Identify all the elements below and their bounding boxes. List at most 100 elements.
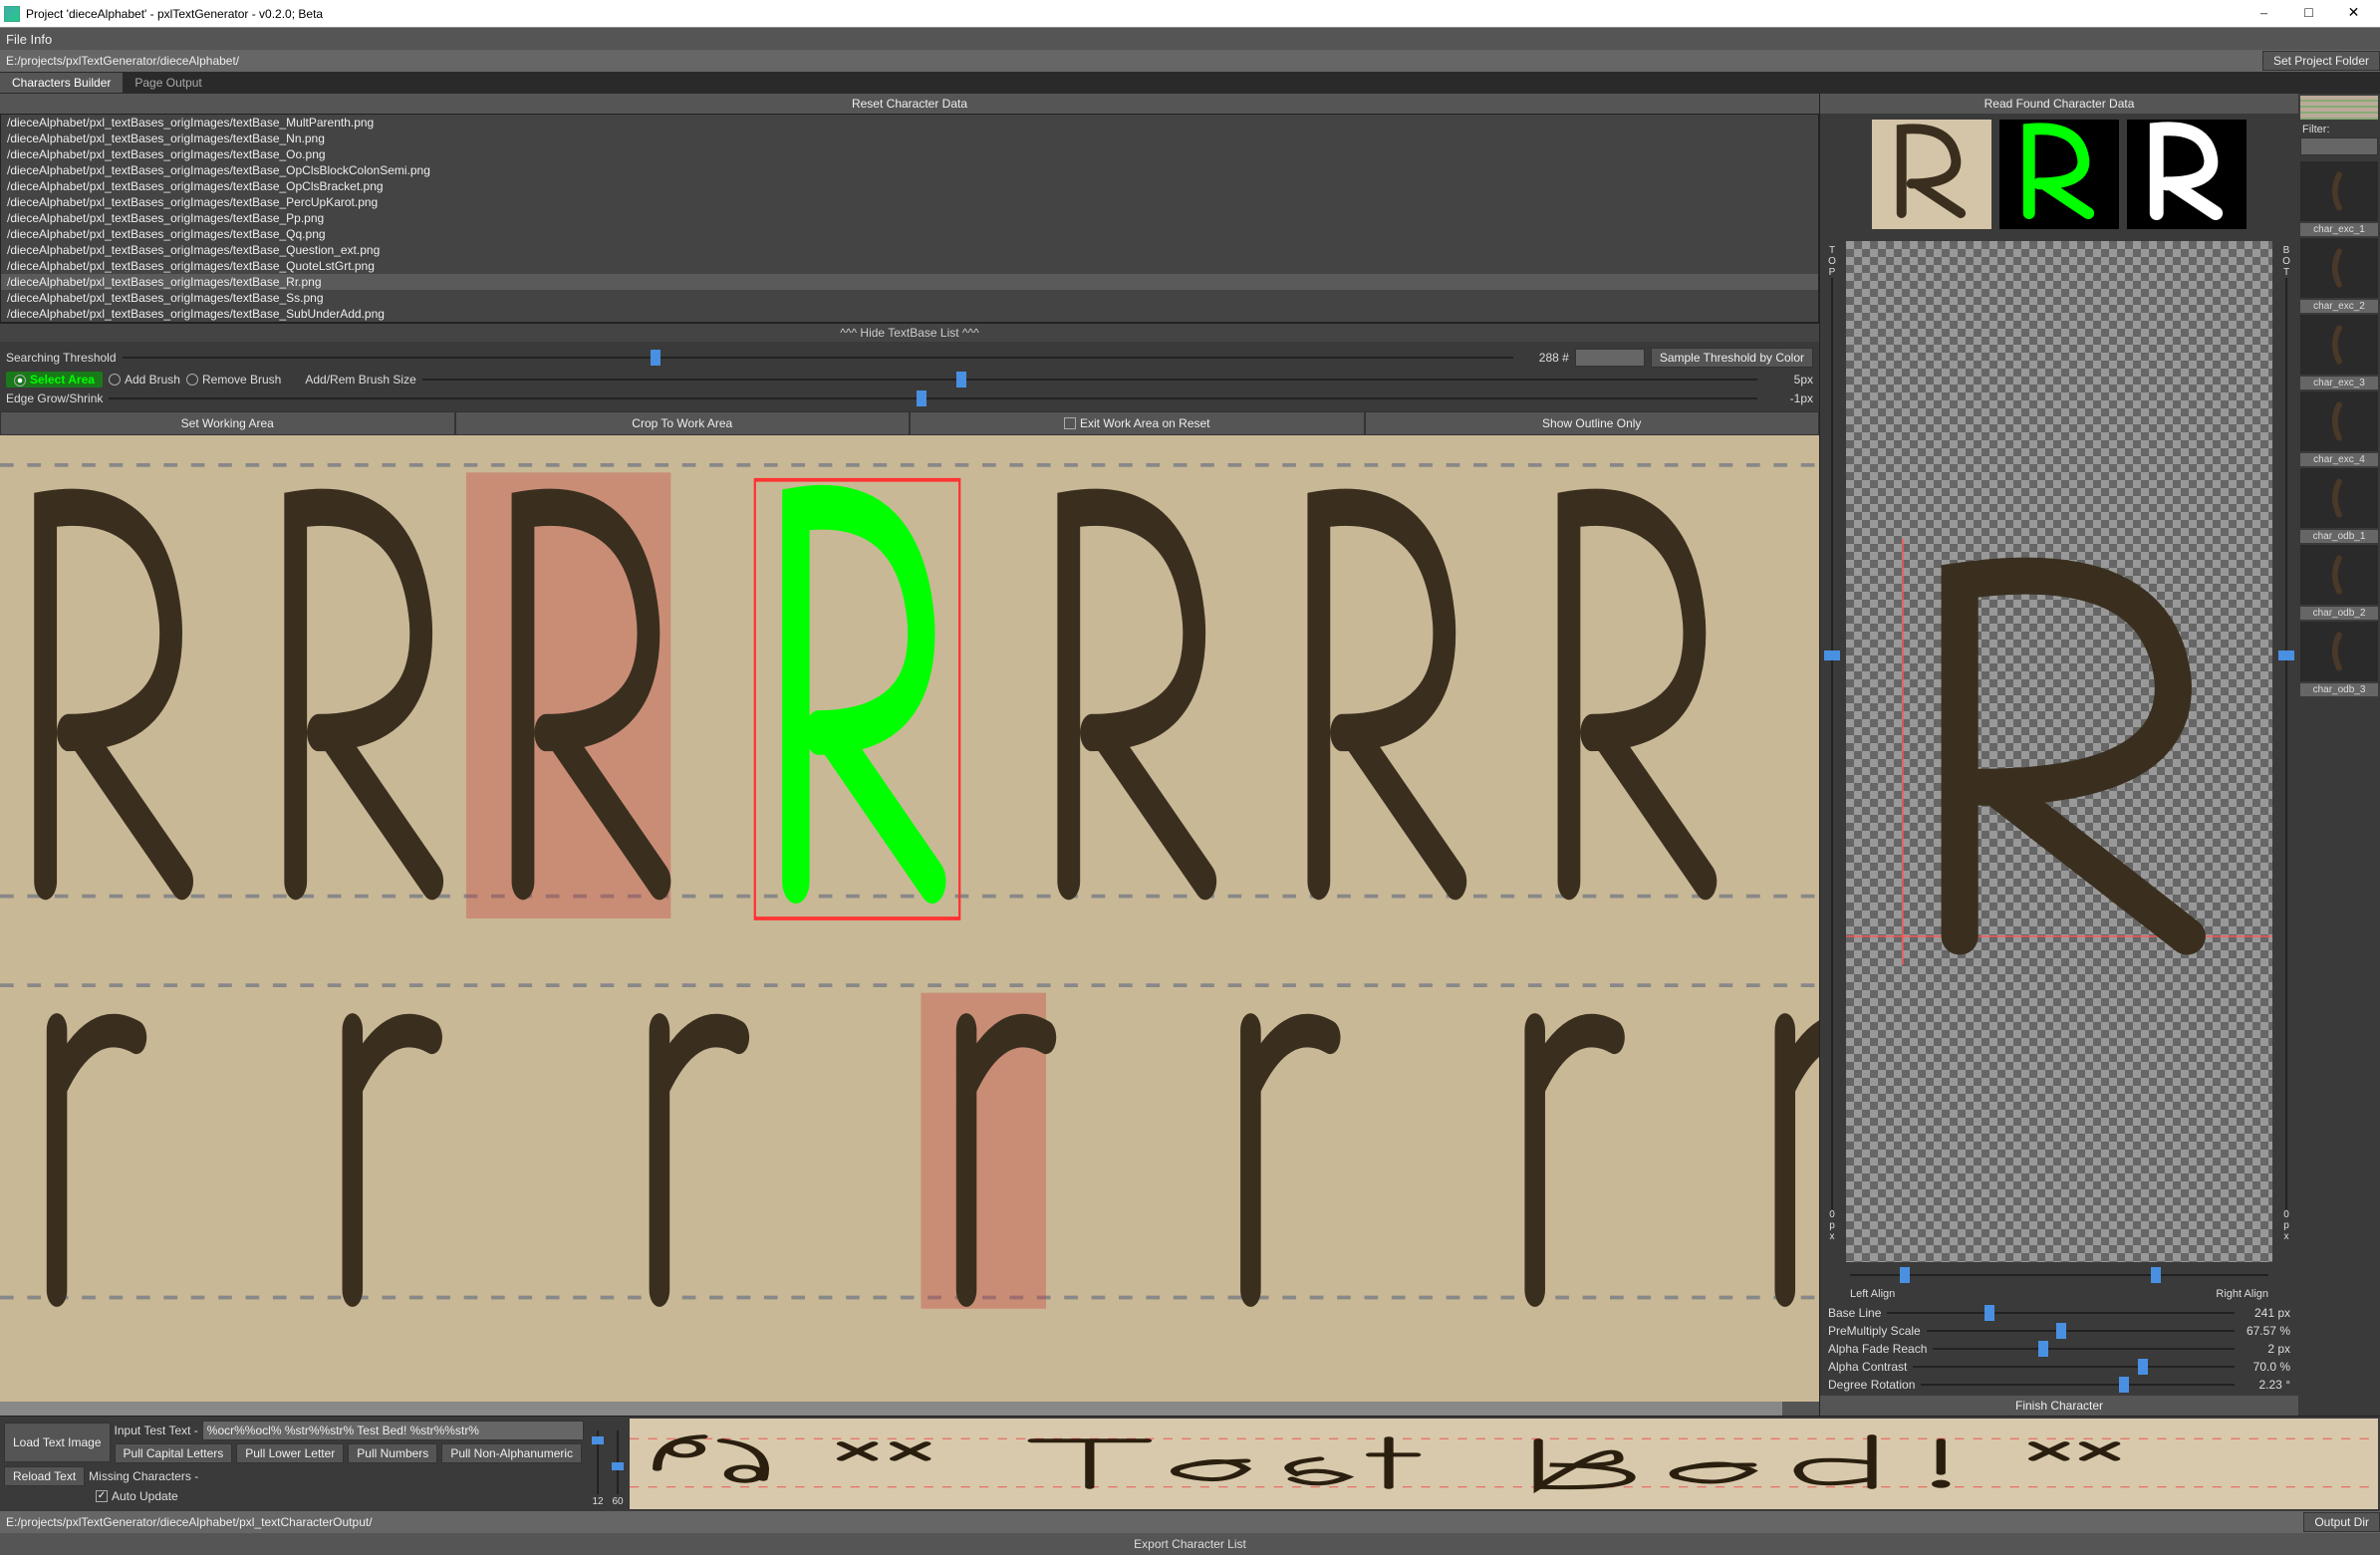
edge-grow-shrink-slider[interactable] — [109, 391, 1757, 405]
reset-character-data-button[interactable]: Reset Character Data — [0, 94, 1819, 114]
file-item[interactable]: /dieceAlphabet/pxl_textBases_origImages/… — [1, 306, 1818, 322]
baseline-slider[interactable] — [1887, 1306, 2235, 1320]
premultiply-scale-value: 67.57 % — [2241, 1324, 2290, 1338]
finish-character-button[interactable]: Finish Character — [1820, 1396, 2298, 1416]
hide-textbase-list-button[interactable]: ^^^ Hide TextBase List ^^^ — [0, 323, 1819, 342]
pull-non-alphanumeric-button[interactable]: Pull Non-Alphanumeric — [441, 1443, 582, 1463]
file-item[interactable]: /dieceAlphabet/pxl_textBases_origImages/… — [1, 146, 1818, 162]
preview-fill — [1999, 120, 2119, 229]
window-title: Project 'dieceAlphabet' - pxlTextGenerat… — [26, 7, 2242, 21]
left-align-label: Left Align — [1850, 1288, 1895, 1300]
input-test-text-field[interactable] — [202, 1421, 584, 1440]
test-bed-preview — [630, 1419, 2378, 1509]
bottom-bound-slider[interactable]: B O T 0 p x — [2278, 245, 2294, 1242]
textbase-file-list[interactable]: /dieceAlphabet/pxl_textBases_origImages/… — [0, 114, 1819, 323]
char-tile[interactable] — [2300, 315, 2378, 375]
file-item[interactable]: /dieceAlphabet/pxl_textBases_origImages/… — [1, 290, 1818, 306]
alpha-contrast-label: Alpha Contrast — [1828, 1360, 1907, 1374]
brush-size-slider[interactable] — [422, 373, 1757, 387]
char-tile[interactable] — [2300, 545, 2378, 605]
file-item[interactable]: /dieceAlphabet/pxl_textBases_origImages/… — [1, 274, 1818, 290]
char-tile[interactable] — [2300, 238, 2378, 298]
select-area-mode-button: Select Area — [6, 372, 103, 388]
premultiply-scale-slider[interactable] — [1927, 1324, 2235, 1338]
char-tile-label: char_odb_2 — [2300, 607, 2378, 620]
char-tile-label: char_exc_2 — [2300, 300, 2378, 313]
searching-threshold-value: 288 # — [1519, 351, 1569, 365]
brush-size-value: 5px — [1763, 373, 1813, 387]
set-project-folder-button[interactable]: Set Project Folder — [2262, 51, 2380, 71]
remove-brush-label: Remove Brush — [202, 373, 281, 387]
brush-size-label: Add/Rem Brush Size — [305, 373, 415, 387]
char-tile-label: char_exc_1 — [2300, 223, 2378, 236]
work-image-hscroll[interactable] — [0, 1402, 1819, 1416]
file-item[interactable]: /dieceAlphabet/pxl_textBases_origImages/… — [1, 115, 1818, 130]
baseline-value: 241 px — [2241, 1306, 2290, 1320]
testbed-slider-1[interactable]: 12 — [591, 1430, 605, 1507]
character-list-sidebar: Filter: char_exc_1 char_exc_2 char_exc_3ch… — [2298, 94, 2380, 1416]
working-image-canvas[interactable] — [0, 435, 1819, 1402]
close-button[interactable]: ✕ — [2331, 0, 2376, 28]
tab-characters-builder[interactable]: Characters Builder — [0, 73, 123, 93]
filter-input[interactable] — [2300, 137, 2378, 155]
premultiply-scale-label: PreMultiply Scale — [1828, 1324, 1921, 1338]
character-crop-editor[interactable]: T O P 0 p x B O T 0 p x — [1820, 235, 2298, 1268]
file-item[interactable]: /dieceAlphabet/pxl_textBases_origImages/… — [1, 258, 1818, 274]
alpha-contrast-value: 70.0 % — [2241, 1360, 2290, 1374]
alpha-contrast-slider[interactable] — [1913, 1360, 2235, 1374]
minimize-button[interactable]: – — [2242, 0, 2286, 28]
file-item[interactable]: /dieceAlphabet/pxl_textBases_origImages/… — [1, 178, 1818, 194]
align-slider[interactable] — [1850, 1268, 2268, 1282]
degree-rotation-value: 2.23 ° — [2241, 1378, 2290, 1392]
read-found-character-data-button[interactable]: Read Found Character Data — [1820, 94, 2298, 114]
export-character-list-button[interactable]: Export Character List — [0, 1533, 2380, 1555]
char-tile-label: char_exc_3 — [2300, 377, 2378, 389]
pull-capital-letters-button[interactable]: Pull Capital Letters — [115, 1443, 233, 1463]
char-tile[interactable] — [2300, 468, 2378, 528]
sample-threshold-button[interactable]: Sample Threshold by Color — [1651, 348, 1813, 368]
crop-to-work-area-button[interactable]: Crop To Work Area — [455, 411, 911, 435]
input-test-text-label: Input Test Text - — [115, 1424, 198, 1437]
searching-threshold-label: Searching Threshold — [6, 351, 117, 365]
auto-update-checkbox[interactable] — [96, 1490, 108, 1502]
menu-bar: File Info — [0, 28, 2380, 50]
maximize-button[interactable]: □ — [2286, 0, 2331, 28]
testbed-slider-2[interactable]: 60 — [611, 1430, 625, 1507]
remove-brush-radio[interactable] — [186, 374, 198, 386]
output-dir-button[interactable]: Output Dir — [2303, 1512, 2380, 1532]
alpha-fade-reach-slider[interactable] — [1933, 1342, 2235, 1356]
file-item[interactable]: /dieceAlphabet/pxl_textBases_origImages/… — [1, 130, 1818, 146]
show-outline-only-button[interactable]: Show Outline Only — [1365, 411, 1820, 435]
preview-original — [1872, 120, 1991, 229]
load-text-image-button[interactable]: Load Text Image — [4, 1423, 111, 1462]
char-tile-label: char_odb_3 — [2300, 683, 2378, 696]
degree-rotation-label: Degree Rotation — [1828, 1378, 1915, 1392]
pull-lower-letter-button[interactable]: Pull Lower Letter — [236, 1443, 344, 1463]
auto-update-label: Auto Update — [112, 1489, 178, 1503]
reload-text-button[interactable]: Reload Text — [4, 1466, 85, 1486]
file-item[interactable]: /dieceAlphabet/pxl_textBases_origImages/… — [1, 242, 1818, 258]
file-item[interactable]: /dieceAlphabet/pxl_textBases_origImages/… — [1, 194, 1818, 210]
app-icon — [4, 6, 20, 22]
char-tile-label: char_odb_1 — [2300, 530, 2378, 543]
char-tile[interactable] — [2300, 622, 2378, 681]
file-item[interactable]: /dieceAlphabet/pxl_textBases_origImages/… — [1, 162, 1818, 178]
searching-threshold-slider[interactable] — [123, 351, 1513, 365]
char-tile[interactable] — [2300, 391, 2378, 451]
file-item[interactable]: /dieceAlphabet/pxl_textBases_origImages/… — [1, 226, 1818, 242]
tab-page-output[interactable]: Page Output — [123, 73, 213, 93]
exit-work-area-checkbox[interactable]: Exit Work Area on Reset — [910, 411, 1365, 435]
filter-label: Filter: — [2298, 122, 2380, 137]
pull-numbers-button[interactable]: Pull Numbers — [348, 1443, 437, 1463]
missing-characters-label: Missing Characters - — [89, 1469, 198, 1483]
degree-rotation-slider[interactable] — [1921, 1378, 2235, 1392]
set-working-area-button[interactable]: Set Working Area — [0, 411, 455, 435]
menu-file-info[interactable]: File Info — [6, 32, 52, 47]
add-brush-label: Add Brush — [125, 373, 180, 387]
add-brush-radio[interactable] — [109, 374, 121, 386]
threshold-color-swatch[interactable] — [1575, 349, 1645, 367]
alpha-fade-reach-value: 2 px — [2241, 1342, 2290, 1356]
top-bound-slider[interactable]: T O P 0 p x — [1824, 245, 1840, 1242]
char-tile[interactable] — [2300, 161, 2378, 221]
file-item[interactable]: /dieceAlphabet/pxl_textBases_origImages/… — [1, 210, 1818, 226]
